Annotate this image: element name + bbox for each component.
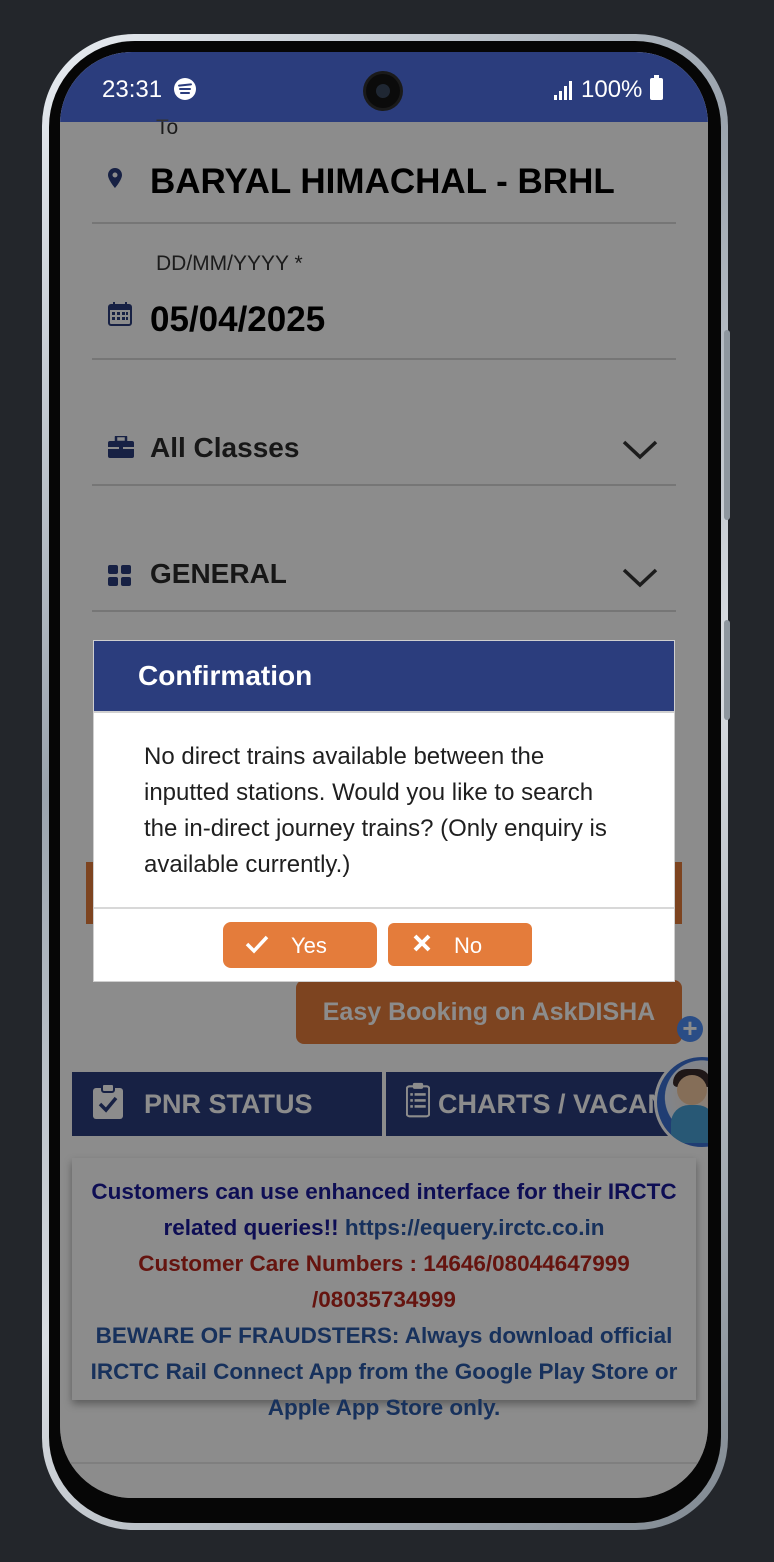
dialog-title: Confirmation — [138, 660, 313, 691]
check-icon — [245, 935, 269, 954]
dialog-header: Confirmation — [94, 641, 674, 713]
no-button[interactable]: No — [388, 923, 532, 966]
divider — [94, 907, 674, 909]
yes-label: Yes — [291, 933, 327, 958]
power-button — [724, 620, 730, 720]
status-time: 23:31 — [102, 76, 163, 103]
phone-screen: 23:31 100% To BARYAL HIMACHAL - BRHL DD/… — [60, 52, 708, 1498]
battery-level: 100% — [581, 76, 643, 103]
battery-icon — [650, 75, 663, 100]
no-label: No — [454, 933, 483, 958]
yes-button[interactable]: Yes — [223, 922, 377, 968]
confirmation-dialog: Confirmation No direct trains available … — [93, 640, 675, 982]
camera-icon — [366, 74, 400, 108]
dialog-message: No direct trains available between the i… — [144, 743, 607, 878]
close-icon — [413, 934, 431, 952]
status-bar: 23:31 100% — [60, 52, 708, 122]
volume-button — [724, 330, 730, 520]
signal-icon — [554, 80, 574, 100]
spotify-icon — [174, 78, 196, 100]
